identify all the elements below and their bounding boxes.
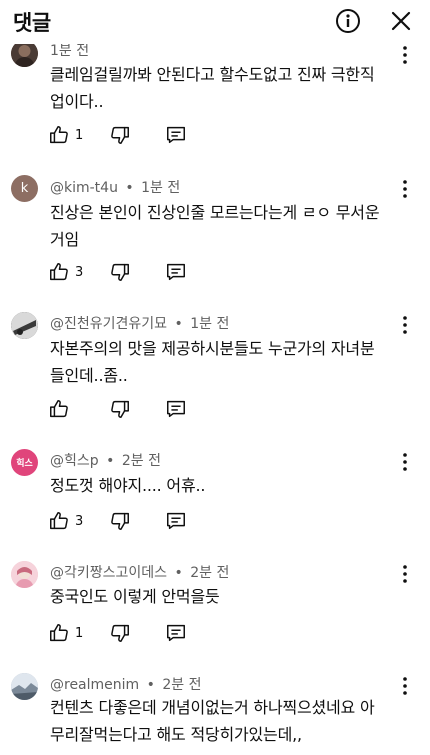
comment-actions: 1 bbox=[48, 621, 248, 645]
comment-meta: @각키짱스고이데스 • 2분 전 bbox=[50, 565, 230, 581]
comment-text-line: 무리잘먹는다고 해도 적당히가있는데,, bbox=[50, 725, 302, 744]
comment-actions: 3 bbox=[48, 509, 248, 533]
comment-author[interactable]: @진천유기견유기묘 bbox=[50, 316, 167, 332]
reply-button[interactable] bbox=[165, 509, 187, 533]
comment-time: 1분 전 bbox=[141, 180, 181, 196]
reply-icon bbox=[167, 624, 185, 642]
thumbs-up-icon bbox=[50, 126, 68, 144]
page-title: 댓글 bbox=[13, 11, 51, 35]
like-button[interactable]: 1 bbox=[48, 123, 83, 147]
comment-text-line: 정도껏 해야지.... 어휴.. bbox=[50, 476, 206, 495]
avatar[interactable] bbox=[11, 40, 38, 67]
like-button[interactable] bbox=[48, 397, 75, 421]
comment-text: 컨텐츠 다좋은데 개념이없는거 하나찍으셨네요 아 무리잘먹는다고 해도 적당히… bbox=[50, 694, 400, 748]
thumbs-down-icon bbox=[111, 263, 129, 281]
thumbs-down-icon bbox=[111, 400, 129, 418]
comment-menu-button[interactable] bbox=[397, 563, 413, 585]
thumbs-down-icon bbox=[111, 512, 129, 530]
comment-text-line: 들인데..좀.. bbox=[50, 366, 128, 385]
like-button[interactable]: 1 bbox=[48, 621, 83, 645]
comment-time: 1분 전 bbox=[190, 316, 230, 332]
comment-time: 2분 전 bbox=[190, 565, 230, 581]
avatar-letter: 힉스 bbox=[16, 459, 33, 469]
close-button[interactable] bbox=[388, 8, 414, 34]
more-vertical-icon bbox=[403, 453, 407, 471]
comment-text-line: 중국인도 이렇게 안먹을듯 bbox=[50, 587, 220, 606]
reply-button[interactable] bbox=[165, 123, 187, 147]
comment-actions bbox=[48, 397, 248, 421]
close-icon bbox=[391, 11, 411, 31]
comment-text-line: 진상은 본인이 진상인줄 모르는다는게 ㄹㅇ 무서운 bbox=[50, 203, 380, 222]
like-count: 3 bbox=[75, 264, 84, 280]
thumbs-down-icon bbox=[111, 126, 129, 144]
dislike-button[interactable] bbox=[109, 509, 131, 533]
like-button[interactable]: 3 bbox=[48, 509, 83, 533]
avatar[interactable]: 힉스 bbox=[11, 449, 38, 476]
thumbs-up-icon bbox=[50, 400, 68, 418]
comment-author[interactable]: @realmenim bbox=[50, 677, 139, 693]
info-circle-icon bbox=[336, 9, 360, 33]
dislike-button[interactable] bbox=[109, 397, 131, 421]
comment-author[interactable]: @힉스p bbox=[50, 453, 99, 469]
comment-time: 1분 전 bbox=[50, 43, 90, 59]
comment-menu-button[interactable] bbox=[397, 314, 413, 336]
avatar[interactable] bbox=[11, 561, 38, 588]
comment-meta: @realmenim • 2분 전 bbox=[50, 677, 202, 693]
comment-text: 자본주의의 맛을 제공하시분들도 누군가의 자녀분 들인데..좀.. bbox=[50, 335, 400, 389]
comment-meta: @진천유기견유기묘 • 1분 전 bbox=[50, 316, 230, 332]
comment-menu-button[interactable] bbox=[397, 178, 413, 200]
avatar[interactable] bbox=[11, 673, 38, 700]
dislike-button[interactable] bbox=[109, 260, 131, 284]
reply-icon bbox=[167, 400, 185, 418]
like-count: 1 bbox=[75, 127, 84, 143]
like-count: 1 bbox=[75, 625, 84, 641]
comment-author[interactable]: @kim-t4u bbox=[50, 180, 118, 196]
comment-text-line: 업이다.. bbox=[50, 92, 104, 111]
comment-author[interactable]: @각키짱스고이데스 bbox=[50, 565, 167, 581]
like-button[interactable]: 3 bbox=[48, 260, 83, 284]
comment-text: 중국인도 이렇게 안먹을듯 bbox=[50, 583, 400, 610]
avatar[interactable]: k bbox=[11, 175, 38, 202]
more-vertical-icon bbox=[403, 316, 407, 334]
avatar[interactable] bbox=[11, 312, 38, 339]
comment-time: 2분 전 bbox=[121, 453, 161, 469]
comment-text: 진상은 본인이 진상인줄 모르는다는게 ㄹㅇ 무서운 거임 bbox=[50, 199, 400, 253]
dislike-button[interactable] bbox=[109, 123, 131, 147]
comment-time: 2분 전 bbox=[162, 677, 202, 693]
reply-button[interactable] bbox=[165, 260, 187, 284]
comment-menu-button[interactable] bbox=[397, 451, 413, 473]
reply-button[interactable] bbox=[165, 621, 187, 645]
comment-text: 클레임걸릴까봐 안된다고 할수도없고 진짜 극한직 업이다.. bbox=[50, 61, 400, 115]
thumbs-up-icon bbox=[50, 512, 68, 530]
comment-actions: 1 bbox=[48, 123, 248, 147]
avatar-letter: k bbox=[20, 181, 29, 196]
reply-icon bbox=[167, 126, 185, 144]
comment-actions: 3 bbox=[48, 260, 248, 284]
comment-text-line: 컨텐츠 다좋은데 개념이없는거 하나찍으셨네요 아 bbox=[50, 698, 375, 717]
more-vertical-icon bbox=[403, 565, 407, 583]
reply-icon bbox=[167, 263, 185, 281]
reply-button[interactable] bbox=[165, 397, 187, 421]
comment-text-line: 자본주의의 맛을 제공하시분들도 누군가의 자녀분 bbox=[50, 339, 375, 358]
comments-header: 댓글 bbox=[0, 0, 430, 44]
thumbs-up-icon bbox=[50, 263, 68, 281]
info-button[interactable] bbox=[335, 8, 361, 34]
comment-meta: @kim-t4u • 1분 전 bbox=[50, 180, 181, 196]
dislike-button[interactable] bbox=[109, 621, 131, 645]
comment-text-line: 클레임걸릴까봐 안된다고 할수도없고 진짜 극한직 bbox=[50, 65, 375, 84]
like-count: 3 bbox=[75, 513, 84, 529]
comment-text: 정도껏 해야지.... 어휴.. bbox=[50, 472, 400, 499]
comment-text-line: 거임 bbox=[50, 230, 80, 249]
comment-list[interactable]: 1분 전 클레임걸릴까봐 안된다고 할수도없고 진짜 극한직 업이다.. 1 k bbox=[0, 0, 430, 755]
comment-meta: @힉스p • 2분 전 bbox=[50, 453, 161, 469]
more-vertical-icon bbox=[403, 180, 407, 198]
thumbs-up-icon bbox=[50, 624, 68, 642]
reply-icon bbox=[167, 512, 185, 530]
thumbs-down-icon bbox=[111, 624, 129, 642]
